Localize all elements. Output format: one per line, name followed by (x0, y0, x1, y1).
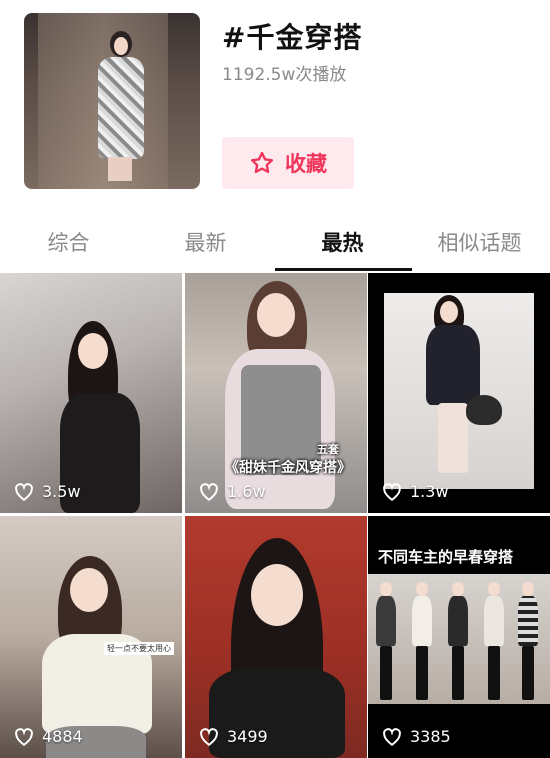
like-count: 1.6w (199, 482, 266, 501)
video-tag: 轻一点不要太用心 (104, 642, 174, 655)
like-count-value: 1.3w (410, 482, 449, 501)
tab-similar-topics[interactable]: 相似话题 (411, 227, 548, 257)
favorite-button[interactable]: 收藏 (222, 137, 354, 189)
video-card[interactable]: 不同车主的早春穿搭 3385 (368, 516, 550, 758)
video-card[interactable]: 轻一点不要太用心 4884 (0, 516, 182, 758)
video-banner-text: 不同车主的早春穿搭 (378, 548, 514, 566)
video-card[interactable]: 五套 《甜妹千金风穿搭》 1.6w (185, 273, 367, 513)
heart-outline-icon (200, 482, 218, 501)
heart-outline-icon (383, 727, 401, 746)
tab-latest[interactable]: 最新 (137, 227, 274, 257)
heart-outline-icon (15, 727, 33, 746)
tab-hottest[interactable]: 最热 (274, 227, 411, 257)
video-caption: 《甜妹千金风穿搭》 (225, 460, 351, 476)
topic-title: #千金穿搭 (222, 21, 363, 54)
like-count: 1.3w (382, 482, 449, 501)
heart-outline-icon (15, 482, 33, 501)
heart-outline-icon (200, 727, 218, 746)
topic-header: #千金穿搭 1192.5w次播放 收藏 (0, 0, 550, 205)
heart-outline-icon (383, 482, 401, 501)
tab-comprehensive[interactable]: 综合 (0, 227, 137, 257)
like-count: 3499 (199, 727, 268, 746)
play-count: 1192.5w次播放 (222, 65, 347, 85)
video-grid: 3.5w 五套 《甜妹千金风穿搭》 1.6w 1.3w 轻一点不要太用心 488… (0, 273, 550, 758)
topic-cover-image (24, 13, 200, 189)
like-count: 3.5w (14, 482, 81, 501)
like-count-value: 1.6w (227, 482, 266, 501)
like-count-value: 4884 (42, 727, 83, 746)
star-outline-icon (250, 151, 274, 174)
like-count: 4884 (14, 727, 83, 746)
like-count-value: 3.5w (42, 482, 81, 501)
active-tab-indicator (275, 268, 412, 271)
favorite-label: 收藏 (285, 152, 327, 176)
like-count-value: 3385 (410, 727, 451, 746)
like-count-value: 3499 (227, 727, 268, 746)
tab-bar: 综合 最新 最热 相似话题 (0, 212, 550, 272)
video-card[interactable]: 3.5w (0, 273, 182, 513)
video-card[interactable]: 3499 (185, 516, 367, 758)
video-caption-top: 五套 (317, 443, 339, 456)
like-count: 3385 (382, 727, 451, 746)
video-card[interactable]: 1.3w (368, 273, 550, 513)
